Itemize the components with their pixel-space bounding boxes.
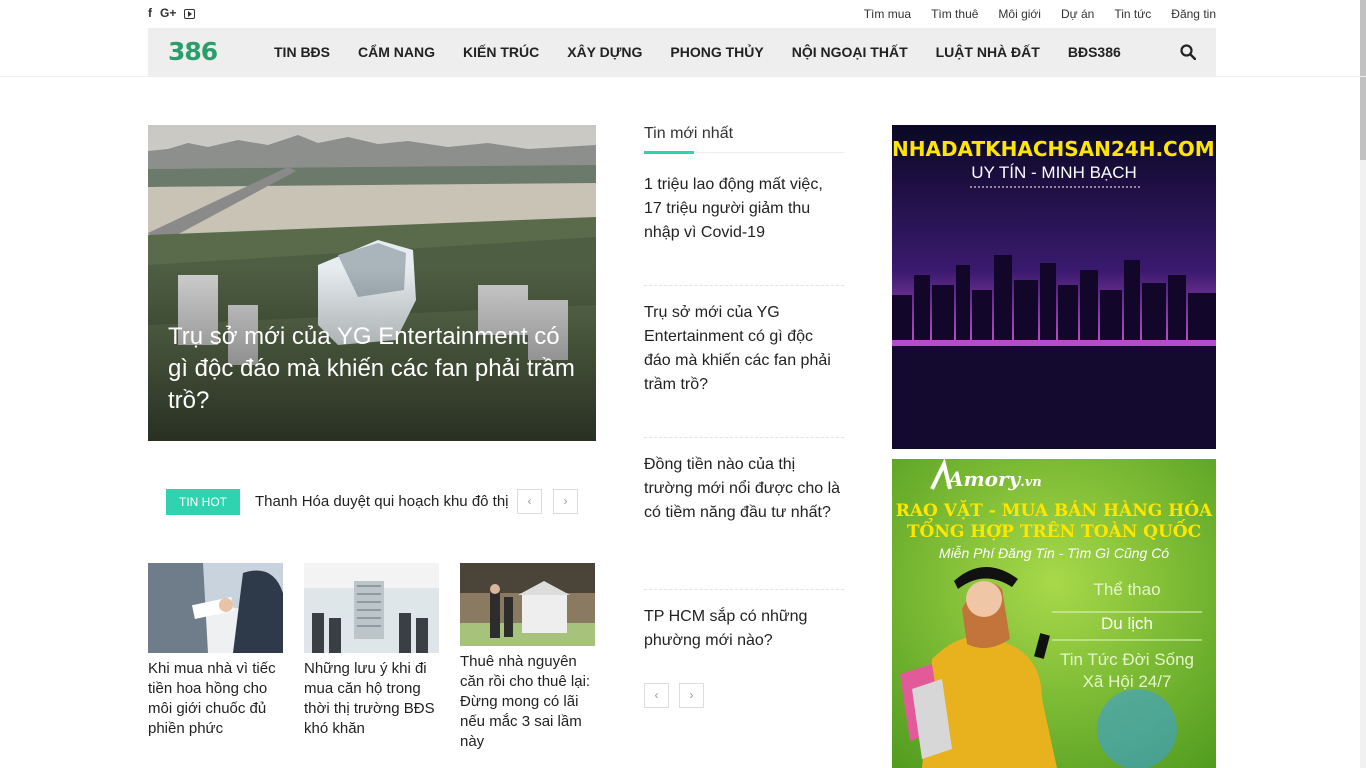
site-logo[interactable]: 386 xyxy=(168,39,218,65)
ad2-brand-suffix: .vn xyxy=(1020,475,1042,490)
nav-item-kien-truc[interactable]: KIẾN TRÚC xyxy=(463,28,539,76)
ad2-menu-travel: Du lịch xyxy=(1101,614,1153,633)
nav-item-cam-nang[interactable]: CẨM NANG xyxy=(358,28,435,76)
nav-item-xay-dung[interactable]: XÂY DỰNG xyxy=(567,28,642,76)
main-nav: 386 TIN BĐS CẨM NANG KIẾN TRÚC XÂY DỰNG … xyxy=(148,28,1216,76)
banner-ad-amory[interactable]: Amory.vn RAO VẶT - MUA BÁN HÀNG HÓA TỔNG… xyxy=(892,459,1216,768)
ticker-prev-button[interactable]: ‹ xyxy=(517,489,542,514)
ad2-menu-sports: Thể thao xyxy=(1093,580,1161,599)
latest-heading: Tin mới nhất xyxy=(644,125,734,142)
nav-item-noi-ngoai-that[interactable]: NỘI NGOẠI THẤT xyxy=(792,28,908,76)
nav-item-luat-nha-dat[interactable]: LUẬT NHÀ ĐẤT xyxy=(936,28,1040,76)
nav-menu: TIN BĐS CẨM NANG KIẾN TRÚC XÂY DỰNG PHON… xyxy=(260,28,1135,76)
nav-item-phong-thuy[interactable]: PHONG THỦY xyxy=(670,28,763,76)
ad2-menu-life: Tin Tức Đời Sống xyxy=(1059,650,1195,669)
latest-next-button[interactable]: › xyxy=(679,683,704,708)
ad2-brand: Amory xyxy=(948,467,1021,491)
top-link-du-an[interactable]: Dự án xyxy=(1061,7,1094,21)
item-divider xyxy=(644,589,844,590)
article-thumbnail[interactable] xyxy=(460,563,595,646)
ad2-line1: RAO VẶT - MUA BÁN HÀNG HÓA xyxy=(895,501,1213,521)
latest-item[interactable]: Đồng tiền nào của thị trường mới nổi đượ… xyxy=(644,453,844,525)
top-link-moi-gioi[interactable]: Môi giới xyxy=(998,7,1041,21)
latest-item[interactable]: 1 triệu lao động mất việc, 17 triệu ngườ… xyxy=(644,173,844,245)
top-link-tin-tuc[interactable]: Tin tức xyxy=(1114,7,1151,21)
hero-article[interactable]: Trụ sở mới của YG Entertainment có gì độ… xyxy=(148,125,596,441)
ticker-next-button[interactable]: › xyxy=(553,489,578,514)
nav-item-tin-bds[interactable]: TIN BĐS xyxy=(274,28,330,76)
article-title[interactable]: Thuê nhà nguyên căn rồi cho thuê lại: Đừ… xyxy=(460,652,595,752)
article-card[interactable]: Thuê nhà nguyên căn rồi cho thuê lại: Đừ… xyxy=(460,563,595,752)
ad2-logo: Amory.vn xyxy=(948,467,1042,491)
youtube-icon[interactable] xyxy=(184,9,196,19)
ad2-line2: TỔNG HỢP TRÊN TOÀN QUỐC xyxy=(906,522,1202,542)
ticker-headline[interactable]: Thanh Hóa duyệt qui hoạch khu đô thị xyxy=(255,493,510,510)
facebook-icon[interactable]: f xyxy=(148,6,152,20)
page-scrollbar[interactable] xyxy=(1360,0,1366,768)
latest-item[interactable]: Trụ sở mới của YG Entertainment có gì độ… xyxy=(644,301,844,397)
hero-title[interactable]: Trụ sở mới của YG Entertainment có gì độ… xyxy=(168,321,578,417)
latest-item[interactable]: TP HCM sắp có những phường mới nào? xyxy=(644,605,844,653)
article-thumbnail[interactable] xyxy=(304,563,439,653)
hot-news-ticker: TIN HOT Thanh Hóa duyệt qui hoạch khu đô… xyxy=(166,489,578,515)
top-link-tim-thue[interactable]: Tìm thuê xyxy=(931,7,978,21)
social-links: f G+ xyxy=(148,6,196,20)
article-card[interactable]: Khi mua nhà vì tiếc tiền hoa hồng cho mô… xyxy=(148,563,283,739)
ad1-subtitle: UY TÍN - MINH BẠCH xyxy=(971,163,1137,182)
top-link-dang-tin[interactable]: Đăng tin xyxy=(1171,7,1216,21)
search-icon[interactable] xyxy=(1180,44,1197,61)
top-bar: f G+ Tìm mua Tìm thuê Môi giới Dự án Tin… xyxy=(148,0,1216,28)
item-divider xyxy=(644,285,844,286)
article-thumbnail[interactable] xyxy=(148,563,283,653)
top-links: Tìm mua Tìm thuê Môi giới Dự án Tin tức … xyxy=(864,7,1216,21)
article-title[interactable]: Những lưu ý khi đi mua căn hộ trong thời… xyxy=(304,659,439,739)
top-link-tim-mua[interactable]: Tìm mua xyxy=(864,7,911,21)
article-card[interactable]: Những lưu ý khi đi mua căn hộ trong thời… xyxy=(304,563,439,739)
article-grid: Khi mua nhà vì tiếc tiền hoa hồng cho mô… xyxy=(148,563,595,768)
banner-ad-nhadat[interactable]: NHADATKHACHSAN24H.COM.VN UY TÍN - MINH B… xyxy=(892,125,1216,449)
ad2-menu-social: Xã Hội 24/7 xyxy=(1082,672,1172,691)
hot-tag: TIN HOT xyxy=(166,489,240,515)
article-title[interactable]: Khi mua nhà vì tiếc tiền hoa hồng cho mô… xyxy=(148,659,283,739)
scrollbar-thumb[interactable] xyxy=(1360,0,1366,160)
nav-item-bds386[interactable]: BĐS386 xyxy=(1068,28,1121,76)
latest-prev-button[interactable]: ‹ xyxy=(644,683,669,708)
latest-news-widget: Tin mới nhất 1 triệu lao động mất việc, … xyxy=(644,125,844,708)
google-plus-icon[interactable]: G+ xyxy=(160,6,176,20)
heading-underline xyxy=(644,151,844,154)
ad1-title: NHADATKHACHSAN24H.COM.VN xyxy=(892,137,1216,161)
header-divider xyxy=(0,76,1366,77)
ad2-line3: Miễn Phí Đăng Tin - Tìm Gì Cũng Có xyxy=(938,545,1170,561)
item-divider xyxy=(644,437,844,438)
